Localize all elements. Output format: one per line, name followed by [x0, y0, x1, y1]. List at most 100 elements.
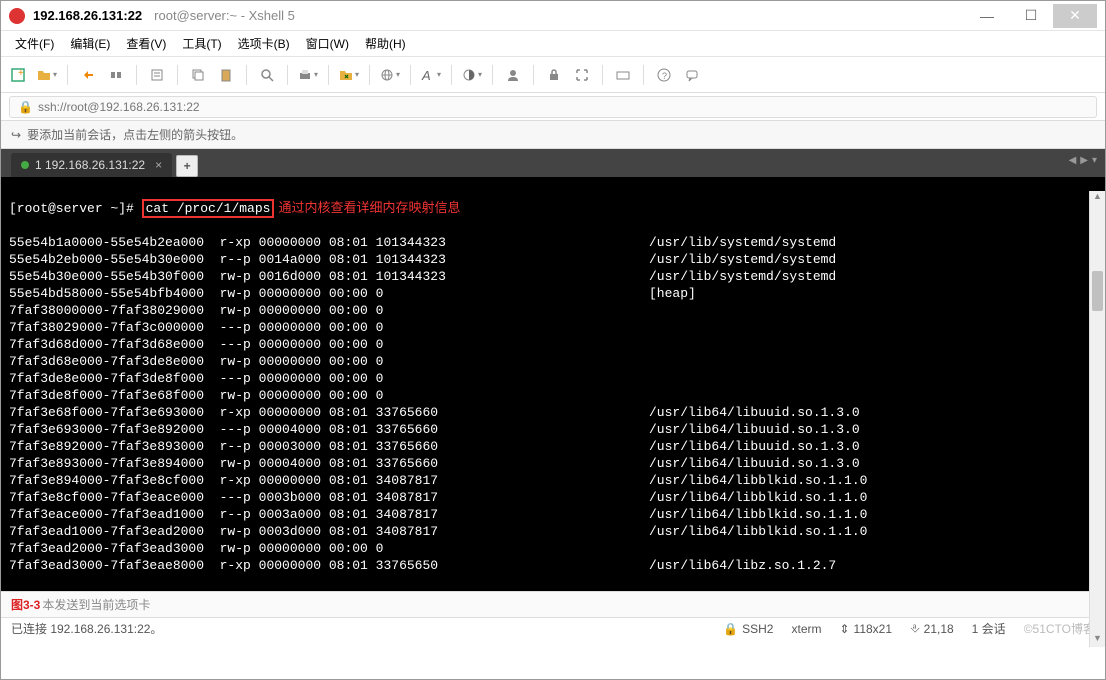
- map-row: 7faf3d68d000-7faf3d68e000 ---p 00000000 …: [9, 336, 1097, 353]
- figure-suffix: 本发送到当前选项卡: [42, 596, 150, 613]
- map-row: 7faf3ead1000-7faf3ead2000 rw-p 0003d000 …: [9, 523, 1097, 540]
- session-tab[interactable]: 1 192.168.26.131:22 ×: [11, 153, 172, 177]
- reconnect-icon[interactable]: [76, 63, 100, 87]
- tab-nav: ◀ ▶ ▾: [1069, 155, 1097, 166]
- arrow-icon[interactable]: ↪: [11, 128, 21, 142]
- status-proto: 🔒 SSH2: [723, 620, 773, 637]
- fullscreen-icon[interactable]: [570, 63, 594, 87]
- lock-small-icon: 🔒: [18, 100, 33, 114]
- map-row: 55e54b30e000-55e54b30f000 rw-p 0016d000 …: [9, 268, 1097, 285]
- separator: [177, 65, 178, 85]
- map-row: 7faf3d68e000-7faf3de8e000 rw-p 00000000 …: [9, 353, 1097, 370]
- watermark: ©51CTO博客: [1024, 620, 1095, 637]
- close-button[interactable]: ✕: [1053, 4, 1097, 28]
- command-highlight: cat /proc/1/maps: [142, 199, 275, 218]
- tab-close-icon[interactable]: ×: [155, 158, 162, 172]
- separator: [136, 65, 137, 85]
- separator: [369, 65, 370, 85]
- prompt-line: [root@server ~]# cat /proc/1/maps通过内核查看详…: [9, 200, 1097, 217]
- open-icon[interactable]: [35, 63, 59, 87]
- menu-edit[interactable]: 编辑(E): [62, 32, 118, 55]
- separator: [602, 65, 603, 85]
- search-icon[interactable]: [255, 63, 279, 87]
- menubar: 文件(F) 编辑(E) 查看(V) 工具(T) 选项卡(B) 窗口(W) 帮助(…: [1, 31, 1105, 57]
- annotation-text: 通过内核查看详细内存映射信息: [278, 201, 460, 216]
- svg-text:A: A: [421, 68, 431, 82]
- terminal[interactable]: [root@server ~]# cat /proc/1/maps通过内核查看详…: [1, 177, 1105, 591]
- url-box[interactable]: 🔒 ssh://root@192.168.26.131:22: [9, 96, 1097, 118]
- scroll-down-icon[interactable]: ▼: [1090, 633, 1105, 647]
- tab-next-icon[interactable]: ▶: [1080, 155, 1088, 166]
- paste-icon[interactable]: [214, 63, 238, 87]
- separator: [451, 65, 452, 85]
- feedback-icon[interactable]: [680, 63, 704, 87]
- menu-file[interactable]: 文件(F): [7, 32, 62, 55]
- scroll-thumb[interactable]: [1092, 271, 1103, 311]
- map-row: 7faf38029000-7faf3c000000 ---p 00000000 …: [9, 319, 1097, 336]
- status-connected: 已连接 192.168.26.131:22。: [11, 620, 162, 637]
- tab-strip: 1 192.168.26.131:22 × + ◀ ▶ ▾: [1, 149, 1105, 177]
- map-row: 7faf3e68f000-7faf3e693000 r-xp 00000000 …: [9, 404, 1097, 421]
- url-text: ssh://root@192.168.26.131:22: [38, 100, 200, 114]
- menu-view[interactable]: 查看(V): [118, 32, 174, 55]
- disconnect-icon[interactable]: [104, 63, 128, 87]
- separator: [643, 65, 644, 85]
- user-icon[interactable]: [501, 63, 525, 87]
- map-row: 55e54b2eb000-55e54b30e000 r--p 0014a000 …: [9, 251, 1097, 268]
- statusbar: 已连接 192.168.26.131:22。 🔒 SSH2 xterm ⇕ 11…: [1, 617, 1105, 639]
- app-icon: [9, 8, 25, 24]
- menu-tool[interactable]: 工具(T): [174, 32, 229, 55]
- scroll-up-icon[interactable]: ▲: [1090, 191, 1105, 205]
- map-row: 7faf38000000-7faf38029000 rw-p 00000000 …: [9, 302, 1097, 319]
- color-icon[interactable]: [460, 63, 484, 87]
- print-icon[interactable]: [296, 63, 320, 87]
- tab-list-icon[interactable]: ▾: [1092, 155, 1097, 166]
- vertical-scrollbar[interactable]: ▲ ▼: [1089, 191, 1105, 647]
- globe-icon[interactable]: [378, 63, 402, 87]
- tab-label: 1 192.168.26.131:22: [35, 158, 145, 172]
- infobar-text: 要添加当前会话，点击左侧的箭头按钮。: [27, 126, 243, 143]
- font-icon[interactable]: A: [419, 63, 443, 87]
- tab-prev-icon[interactable]: ◀: [1069, 155, 1077, 166]
- copy-icon[interactable]: [186, 63, 210, 87]
- prompt-prefix: [root@server ~]#: [9, 201, 142, 216]
- map-row: 55e54bd58000-55e54bfb4000 rw-p 00000000 …: [9, 285, 1097, 302]
- map-row: 7faf3de8f000-7faf3e68f000 rw-p 00000000 …: [9, 387, 1097, 404]
- help-icon[interactable]: ?: [652, 63, 676, 87]
- separator: [287, 65, 288, 85]
- map-row: 7faf3e8cf000-7faf3eace000 ---p 0003b000 …: [9, 489, 1097, 506]
- menu-window[interactable]: 窗口(W): [298, 32, 357, 55]
- window-controls: — ☐ ✕: [965, 4, 1097, 28]
- maximize-button[interactable]: ☐: [1009, 4, 1053, 28]
- menu-tab[interactable]: 选项卡(B): [230, 32, 298, 55]
- map-row: 7faf3eace000-7faf3ead1000 r--p 0003a000 …: [9, 506, 1097, 523]
- titlebar: 192.168.26.131:22 root@server:~ - Xshell…: [1, 1, 1105, 31]
- menu-help[interactable]: 帮助(H): [357, 32, 414, 55]
- map-row: 7faf3e892000-7faf3e893000 r--p 00003000 …: [9, 438, 1097, 455]
- new-tab-button[interactable]: +: [176, 155, 198, 177]
- keyboard-icon[interactable]: [611, 63, 635, 87]
- map-row: 7faf3e893000-7faf3e894000 rw-p 00004000 …: [9, 455, 1097, 472]
- xftp-icon[interactable]: [337, 63, 361, 87]
- new-session-icon[interactable]: +: [7, 63, 31, 87]
- figure-bar: 图3-3 本发送到当前选项卡: [1, 591, 1105, 617]
- separator: [246, 65, 247, 85]
- map-row: 55e54b1a0000-55e54b2ea000 r-xp 00000000 …: [9, 234, 1097, 251]
- separator: [328, 65, 329, 85]
- status-cursor: ⎀ 21,18: [910, 620, 954, 637]
- addressbar: 🔒 ssh://root@192.168.26.131:22: [1, 93, 1105, 121]
- svg-text:+: +: [18, 68, 24, 79]
- toolbar: + A ?: [1, 57, 1105, 93]
- lock-icon[interactable]: [542, 63, 566, 87]
- map-row: 7faf3ead2000-7faf3ead3000 rw-p 00000000 …: [9, 540, 1097, 557]
- separator: [533, 65, 534, 85]
- figure-label: 图3-3: [11, 596, 40, 613]
- map-row: 7faf3e693000-7faf3e892000 ---p 00004000 …: [9, 421, 1097, 438]
- status-term: xterm: [791, 620, 821, 637]
- maps-output: 55e54b1a0000-55e54b2ea000 r-xp 00000000 …: [9, 234, 1097, 574]
- title-ip: 192.168.26.131:22: [33, 8, 142, 23]
- properties-icon[interactable]: [145, 63, 169, 87]
- map-row: 7faf3de8e000-7faf3de8f000 ---p 00000000 …: [9, 370, 1097, 387]
- minimize-button[interactable]: —: [965, 4, 1009, 28]
- status-dot-icon: [21, 161, 29, 169]
